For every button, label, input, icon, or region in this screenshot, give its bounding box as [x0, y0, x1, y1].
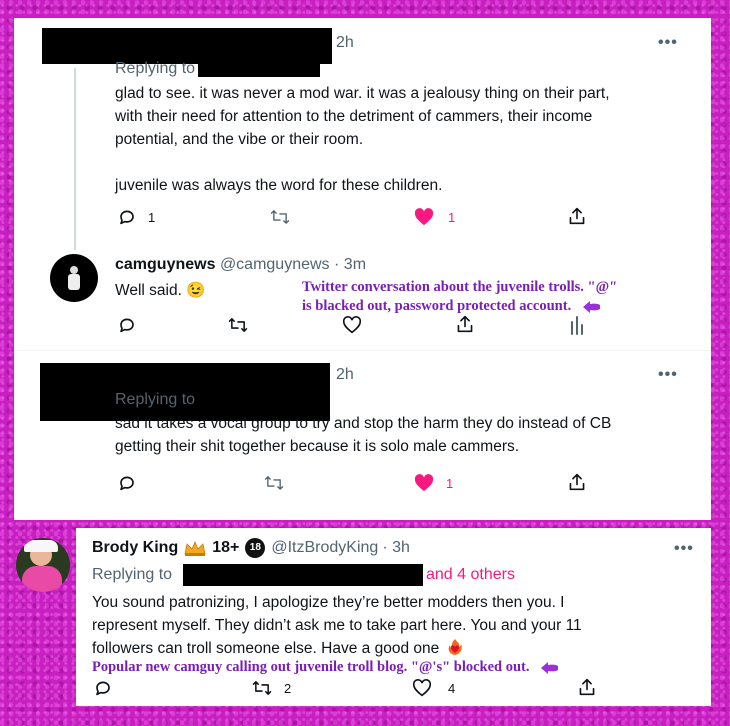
thread-line: [74, 68, 76, 250]
reply-icon[interactable]: [118, 316, 136, 334]
tweet-thread-panel: 2h ••• Replying to glad to see. it was n…: [14, 18, 711, 520]
tweet-text-line: potential, and the vibe or their room.: [115, 131, 364, 148]
divider: [14, 350, 711, 351]
annotation-note: Popular new camguy calling out juvenile …: [92, 658, 559, 677]
retweet-count: 2: [284, 681, 292, 696]
replying-to-label: Replying to: [115, 391, 196, 408]
fire-heart-icon: [448, 639, 462, 655]
display-name[interactable]: camguynews: [115, 256, 215, 273]
reply-tweet-panel: Brody King 18+ 18 @ItzBrodyKing · 3h •••…: [16, 528, 711, 706]
tweet-text: glad to see. it was never a mod war. it …: [115, 82, 705, 197]
crown-icon: [184, 540, 206, 556]
tweet-text-line: sad it takes a vocal group to try and st…: [115, 415, 612, 432]
tweet-time: · 3h: [382, 539, 410, 556]
tweet-text-line: represent myself. They didn’t ask me to …: [92, 617, 582, 634]
arrow-left-icon: [541, 661, 559, 674]
like-count: 1: [448, 210, 456, 225]
tweet-text-line: followers can troll someone else. Have a…: [92, 640, 440, 657]
more-options-icon[interactable]: •••: [658, 34, 678, 52]
tweet-text: sad it takes a vocal group to try and st…: [115, 412, 705, 458]
tweet-time: 2h: [336, 366, 354, 383]
retweet-icon[interactable]: [270, 208, 290, 226]
tweet-text-line: with their need for attention to the det…: [115, 108, 593, 125]
display-name[interactable]: Brody King: [92, 539, 178, 557]
wink-emoji: 😉: [186, 282, 206, 299]
annotation-note: Twitter conversation about the juvenile …: [302, 278, 702, 316]
tweet-text: You sound patronizing, I apologize they’…: [92, 591, 702, 660]
tweet-text-line: glad to see. it was never a mod war. it …: [115, 85, 610, 102]
tweet-text: Well said. 😉: [115, 282, 206, 299]
share-icon[interactable]: [456, 314, 474, 334]
tweet-time: 2h: [336, 34, 354, 51]
retweet-icon[interactable]: [252, 679, 272, 697]
redacted-reply-handle: [202, 388, 314, 410]
tweet-text-line: getting their shit together because it i…: [115, 438, 520, 455]
like-icon-filled[interactable]: [414, 474, 434, 492]
avatar[interactable]: [50, 254, 98, 302]
like-icon-filled[interactable]: [414, 208, 434, 226]
replying-to-label: Replying to: [115, 60, 196, 77]
reply-count: 1: [148, 210, 156, 225]
tweet-time: · 3m: [334, 256, 367, 273]
handle[interactable]: @camguynews: [220, 256, 330, 273]
like-count: 1: [446, 476, 454, 491]
share-icon[interactable]: [578, 677, 596, 697]
replying-to-label: Replying to: [92, 566, 173, 583]
more-options-icon[interactable]: •••: [658, 366, 678, 384]
more-options-icon[interactable]: •••: [674, 540, 694, 558]
analytics-icon[interactable]: [570, 316, 584, 335]
redacted-reply-handle: [198, 58, 320, 77]
handle[interactable]: @ItzBrodyKing: [271, 539, 378, 557]
no-under-18-icon: 18: [245, 538, 266, 558]
retweet-icon[interactable]: [264, 474, 284, 492]
arrow-left-icon: [582, 300, 600, 313]
reply-icon[interactable]: [118, 474, 136, 492]
annotation-line: is blacked out, password protected accou…: [302, 298, 572, 314]
annotation-line: Popular new camguy calling out juvenile …: [92, 659, 530, 675]
like-icon[interactable]: [412, 679, 432, 697]
and-others-link[interactable]: and 4 others: [426, 566, 515, 584]
like-count: 4: [448, 681, 456, 696]
redacted-reply-handle: [183, 564, 423, 586]
reply-icon[interactable]: [118, 208, 136, 226]
tweet-header: Brody King 18+ 18 @ItzBrodyKing · 3h: [92, 538, 410, 558]
annotation-line: Twitter conversation about the juvenile …: [302, 279, 618, 295]
reply-icon[interactable]: [94, 679, 112, 697]
tweet-text-line: juvenile was always the word for these c…: [115, 177, 443, 194]
avatar[interactable]: [16, 538, 70, 592]
like-icon[interactable]: [342, 316, 362, 334]
share-icon[interactable]: [568, 206, 586, 226]
age-badge: 18+: [212, 539, 240, 556]
share-icon[interactable]: [568, 472, 586, 492]
retweet-icon[interactable]: [228, 316, 248, 334]
tweet-header: camguynews @camguynews · 3m: [115, 256, 366, 274]
tweet-text-line: You sound patronizing, I apologize they’…: [92, 594, 565, 611]
